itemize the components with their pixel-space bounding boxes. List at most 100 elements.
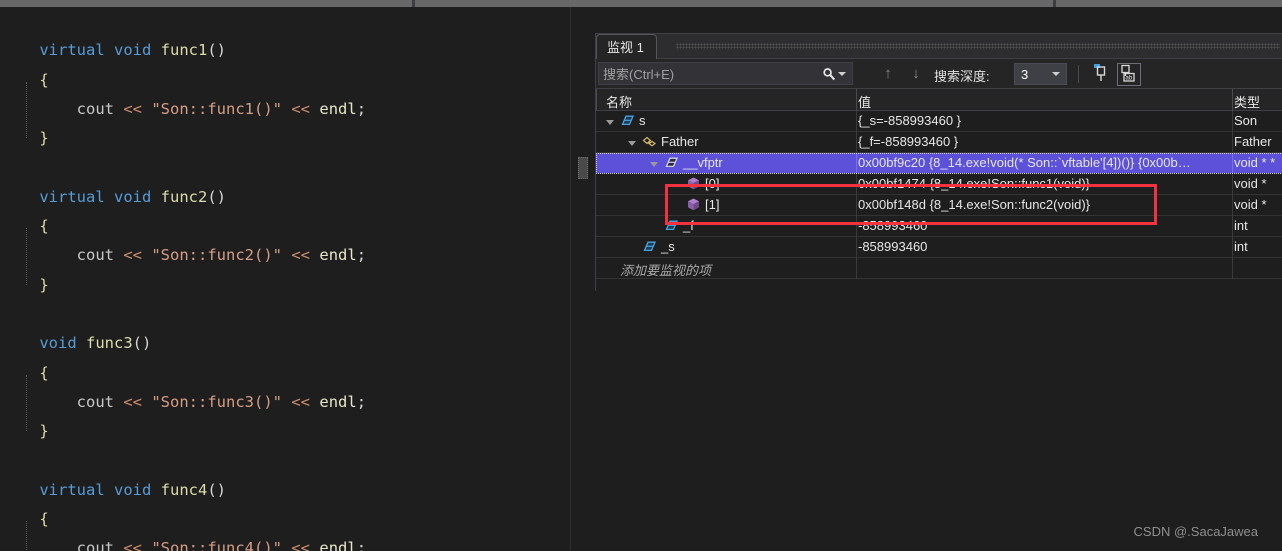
search-next-arrow-down-icon[interactable]: ↓: [907, 64, 925, 84]
search-prev-arrow-up-icon[interactable]: ↑: [879, 64, 897, 84]
cell-name[interactable]: _s: [642, 239, 675, 254]
row-column-divider-0: [856, 216, 857, 237]
code-line: virtual void func1(): [2, 36, 570, 65]
code-token: virtual: [39, 480, 105, 499]
row-column-divider-1: [1232, 195, 1233, 216]
cell-name[interactable]: [1]: [686, 197, 719, 212]
code-token: <<: [123, 392, 142, 411]
cell-value[interactable]: 0x00bf148d {8_14.exe!Son::func2(void)}: [858, 197, 1090, 212]
header-divider-2[interactable]: [1232, 89, 1233, 111]
code-token: <<: [291, 99, 311, 118]
search-input[interactable]: 搜索(Ctrl+E): [599, 64, 820, 83]
editor-vertical-scrollbar[interactable]: [570, 7, 594, 551]
code-line: cout << "Son::func2()" << endl;: [2, 241, 570, 270]
code-token: endl: [319, 392, 357, 411]
indent-guide: [26, 374, 27, 432]
cell-type: Father: [1234, 134, 1272, 149]
code-token: <<: [123, 246, 142, 265]
cell-name[interactable]: [0]: [686, 176, 719, 191]
pin-icon[interactable]: [1090, 63, 1114, 86]
code-token: endl: [319, 246, 357, 265]
tab-watch-1[interactable]: 监视 1: [596, 34, 657, 59]
cell-name[interactable]: Father: [642, 134, 699, 149]
code-token: ;: [356, 392, 367, 411]
cell-type: int: [1234, 239, 1248, 254]
cell-name-label: __vfptr: [683, 155, 723, 170]
code-token: "Son::func3()": [151, 392, 282, 411]
search-depth-chevron-down-icon[interactable]: [1052, 72, 1060, 76]
code-line: {: [2, 359, 570, 388]
table-row[interactable]: _s -858993460 int: [596, 237, 1282, 258]
table-row[interactable]: [0] 0x00bf1474 {8_14.exe!Son::func1(void)…: [596, 174, 1282, 195]
tree-expander-toggle[interactable]: [650, 162, 658, 167]
cell-name[interactable]: 添加要监视的项: [620, 260, 711, 279]
row-column-divider-1: [1232, 111, 1233, 132]
search-depth-select[interactable]: 3: [1014, 63, 1067, 85]
cell-name[interactable]: __vfptr: [664, 155, 723, 170]
code-token: "Son::func4()": [151, 539, 282, 551]
show-type-column-icon[interactable]: ab: [1117, 63, 1141, 86]
row-column-divider-0: [856, 111, 857, 132]
code-text[interactable]: virtual void func1() { cout << "Son::fun…: [0, 7, 570, 551]
element-cube-icon: [686, 197, 701, 212]
code-token: {: [39, 70, 49, 89]
search-depth-label: 搜索深度:: [934, 69, 990, 84]
table-row[interactable]: Father {_f=-858993460 } Father: [596, 132, 1282, 153]
search-options-chevron-down-icon[interactable]: [838, 71, 846, 76]
cell-name[interactable]: s: [620, 113, 646, 128]
code-line: virtual void func2(): [2, 183, 570, 212]
splitter-segment-center[interactable]: [415, 0, 1053, 7]
cell-value[interactable]: -858993460: [858, 218, 927, 233]
cell-name-label: 添加要监视的项: [620, 263, 712, 278]
table-row[interactable]: __vfptr 0x00bf9c20 {8_14.exe!void(* Son::…: [596, 153, 1282, 174]
splitter-segment-right[interactable]: [1056, 0, 1282, 7]
cell-value[interactable]: {_f=-858993460 }: [858, 134, 958, 149]
code-token: }: [39, 275, 49, 294]
tree-expander-toggle[interactable]: [606, 120, 614, 125]
code-token: endl: [319, 99, 357, 118]
table-row[interactable]: 添加要监视的项: [596, 258, 1282, 279]
indent-guide: [26, 81, 27, 139]
table-row[interactable]: [1] 0x00bf148d {8_14.exe!Son::func2(void)…: [596, 195, 1282, 216]
tree-expander-toggle[interactable]: [628, 141, 636, 146]
code-token: }: [39, 422, 49, 441]
tabstrip-filler: [676, 43, 1280, 49]
table-row[interactable]: s {_s=-858993460 } Son: [596, 111, 1282, 132]
code-editor[interactable]: virtual void func1() { cout << "Son::fun…: [0, 7, 570, 551]
header-divider-1[interactable]: [856, 89, 857, 111]
cell-value[interactable]: 0x00bf1474 {8_14.exe!Son::func1(void)}: [858, 176, 1090, 191]
code-token: cout: [76, 392, 114, 411]
row-column-divider-1: [1232, 132, 1233, 153]
scrollbar-thumb[interactable]: [578, 157, 588, 179]
code-line: }: [2, 417, 570, 446]
toolbar-divider: [1078, 65, 1079, 83]
cell-name[interactable]: _f: [664, 218, 694, 233]
splitter-segment-left[interactable]: [0, 0, 412, 7]
table-row[interactable]: _f -858993460 int: [596, 216, 1282, 237]
row-column-divider-0: [856, 237, 857, 258]
screenshot-root: virtual void func1() { cout << "Son::fun…: [0, 0, 1282, 551]
search-input-container[interactable]: 搜索(Ctrl+E): [598, 62, 853, 85]
search-icon[interactable]: [820, 67, 838, 81]
cell-name-label: _s: [661, 239, 675, 254]
cell-value[interactable]: {_s=-858993460 }: [858, 113, 961, 128]
cell-value[interactable]: -858993460: [858, 239, 927, 254]
column-header-name[interactable]: 名称: [606, 92, 632, 111]
cell-value[interactable]: 0x00bf9c20 {8_14.exe!void(* Son::`vftabl…: [858, 155, 1191, 170]
column-header-type[interactable]: 类型: [1234, 92, 1260, 111]
watch-grid-header: 名称 值 类型: [596, 89, 1282, 111]
code-line: }: [2, 271, 570, 300]
watch-grid-body: s {_s=-858993460 } Son Father {_f=-858993460…: [596, 111, 1282, 279]
row-column-divider-1: [1232, 216, 1233, 237]
code-token: cout: [76, 246, 114, 265]
code-token: ;: [356, 539, 367, 551]
tab-watch-1-label: 监视 1: [607, 40, 644, 55]
column-header-value[interactable]: 值: [858, 92, 871, 111]
